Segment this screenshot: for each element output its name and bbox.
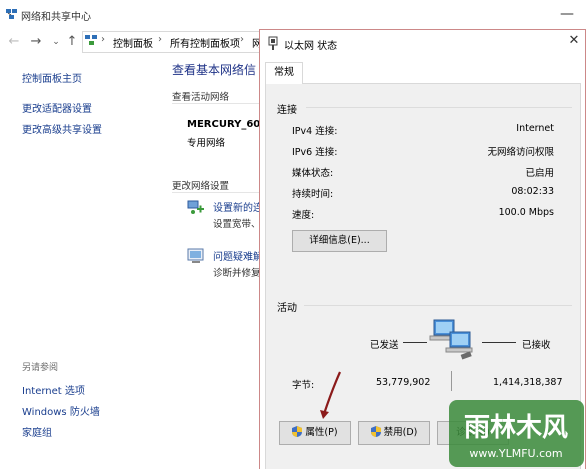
speed-value: 100.0 Mbps <box>498 207 554 218</box>
duration-value: 08:02:33 <box>511 186 554 197</box>
see-also-firewall[interactable]: Windows 防火墙 <box>22 403 100 418</box>
history-chevron-icon[interactable]: ⌄ <box>48 34 64 50</box>
breadcrumb-control-panel[interactable]: 控制面板 <box>113 35 153 50</box>
network-center-icon <box>6 9 17 19</box>
properties-button[interactable]: 属性(P) <box>279 421 351 445</box>
breadcrumb-all-items[interactable]: 所有控制面板项 <box>170 35 240 50</box>
setup-connection-link[interactable]: 设置新的连 <box>213 199 260 214</box>
connection-group-label: 连接 <box>277 105 297 116</box>
breadcrumb-separator: › <box>101 34 105 45</box>
minimize-button[interactable]: — <box>557 4 577 24</box>
divider <box>172 192 260 193</box>
media-state-label: 媒体状态: <box>292 168 334 179</box>
uac-shield-icon <box>292 426 303 437</box>
uac-shield-icon <box>370 426 381 437</box>
divider <box>172 103 260 104</box>
tab-general[interactable]: 常规 <box>265 62 303 84</box>
properties-button-label: 属性(P) <box>305 427 338 438</box>
network-center-icon <box>85 35 97 45</box>
group-divider <box>304 305 572 306</box>
see-also-internet-options[interactable]: Internet 选项 <box>22 382 85 397</box>
forward-arrow-icon[interactable]: → <box>28 34 44 50</box>
bytes-divider <box>451 371 452 391</box>
speed-label: 速度: <box>292 210 315 221</box>
dialog-title: 以太网 状态 <box>284 41 338 52</box>
svg-text:雨林木风: 雨林木风 <box>464 413 568 443</box>
new-connection-icon <box>187 200 204 214</box>
troubleshoot-icon <box>187 248 204 263</box>
disable-button-label: 禁用(D) <box>383 427 418 438</box>
sent-label: 已发送 <box>370 340 399 351</box>
duration-label: 持续时间: <box>292 189 334 200</box>
ylmf-watermark-logo: 雨林木风 www.YLMFU.com <box>449 400 584 467</box>
breadcrumb-separator: › <box>240 34 244 45</box>
close-button[interactable]: ✕ <box>566 33 582 49</box>
details-button[interactable]: 详细信息(E)... <box>292 230 387 252</box>
page-title: 查看基本网络信 <box>172 63 257 77</box>
ethernet-icon <box>268 36 278 50</box>
troubleshoot-desc: 诊断并修复 <box>213 268 260 279</box>
network-name: MERCURY_604 <box>187 119 268 130</box>
sidebar-link-advanced-sharing[interactable]: 更改高级共享设置 <box>22 121 102 136</box>
up-arrow-icon[interactable]: ↑ <box>64 34 80 50</box>
see-also-header: 另请参阅 <box>22 363 59 373</box>
ipv4-value: Internet <box>516 123 554 134</box>
network-computers-icon <box>429 319 473 360</box>
bytes-received-value: 1,414,318,387 <box>493 377 563 388</box>
see-also-homegroup[interactable]: 家庭组 <box>22 424 52 439</box>
received-line <box>482 342 516 343</box>
disable-button[interactable]: 禁用(D) <box>358 421 430 445</box>
annotation-arrow-icon <box>320 371 342 419</box>
bytes-sent-value: 53,779,902 <box>376 377 431 388</box>
sidebar-link-adapter[interactable]: 更改适配器设置 <box>22 100 92 115</box>
change-settings-header: 更改网络设置 <box>172 181 230 192</box>
setup-connection-desc: 设置宽带、 <box>213 219 260 230</box>
ipv6-value: 无网络访问权限 <box>487 147 554 158</box>
ipv4-label: IPv4 连接: <box>292 126 338 137</box>
ipv6-label: IPv6 连接: <box>292 147 338 158</box>
troubleshoot-link[interactable]: 问题疑难解 <box>213 248 260 263</box>
received-label: 已接收 <box>522 340 551 351</box>
media-state-value: 已启用 <box>525 168 554 179</box>
sidebar-link-home[interactable]: 控制面板主页 <box>22 70 82 85</box>
group-divider <box>306 107 572 108</box>
svg-text:www.YLMFU.com: www.YLMFU.com <box>469 447 562 460</box>
sent-line <box>403 342 427 343</box>
breadcrumb-separator: › <box>158 34 162 45</box>
activity-group-label: 活动 <box>277 303 297 314</box>
back-arrow-icon[interactable]: ← <box>6 34 22 50</box>
network-type: 专用网络 <box>187 138 226 149</box>
active-networks-header: 查看活动网络 <box>172 92 230 103</box>
bytes-label: 字节: <box>292 380 315 391</box>
window-title: 网络和共享中心 <box>21 12 91 23</box>
